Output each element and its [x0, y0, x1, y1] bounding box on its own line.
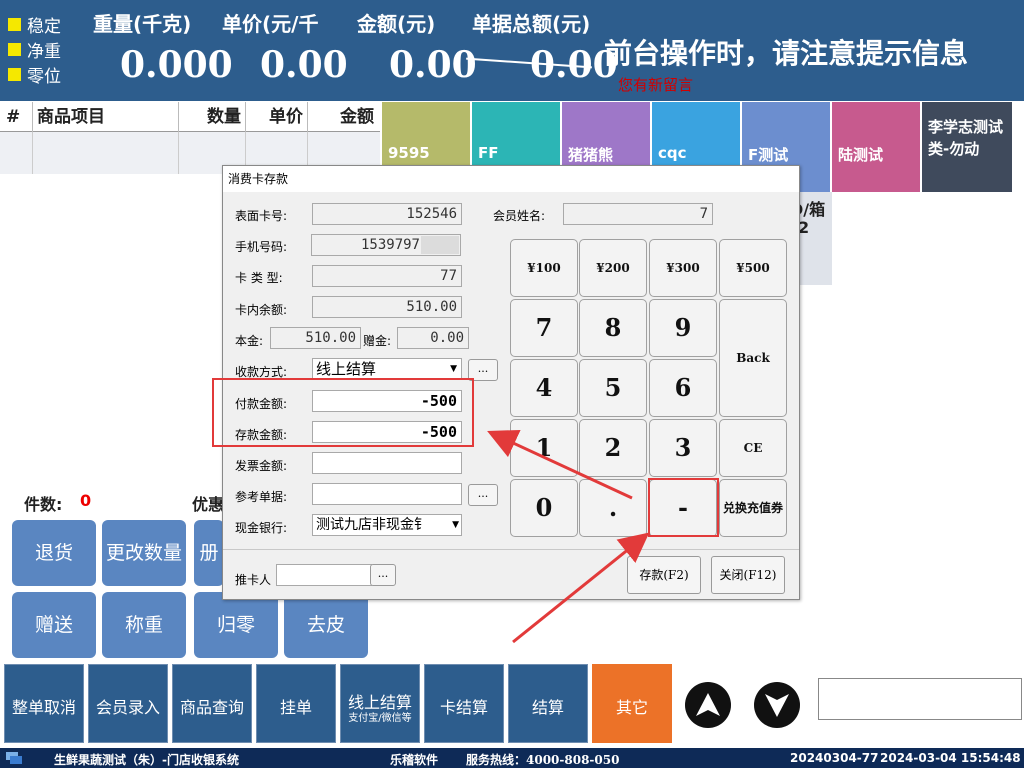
arrow-to-minus — [512, 532, 650, 644]
arrow-to-amount — [487, 429, 633, 500]
annotation-arrows — [487, 429, 650, 644]
